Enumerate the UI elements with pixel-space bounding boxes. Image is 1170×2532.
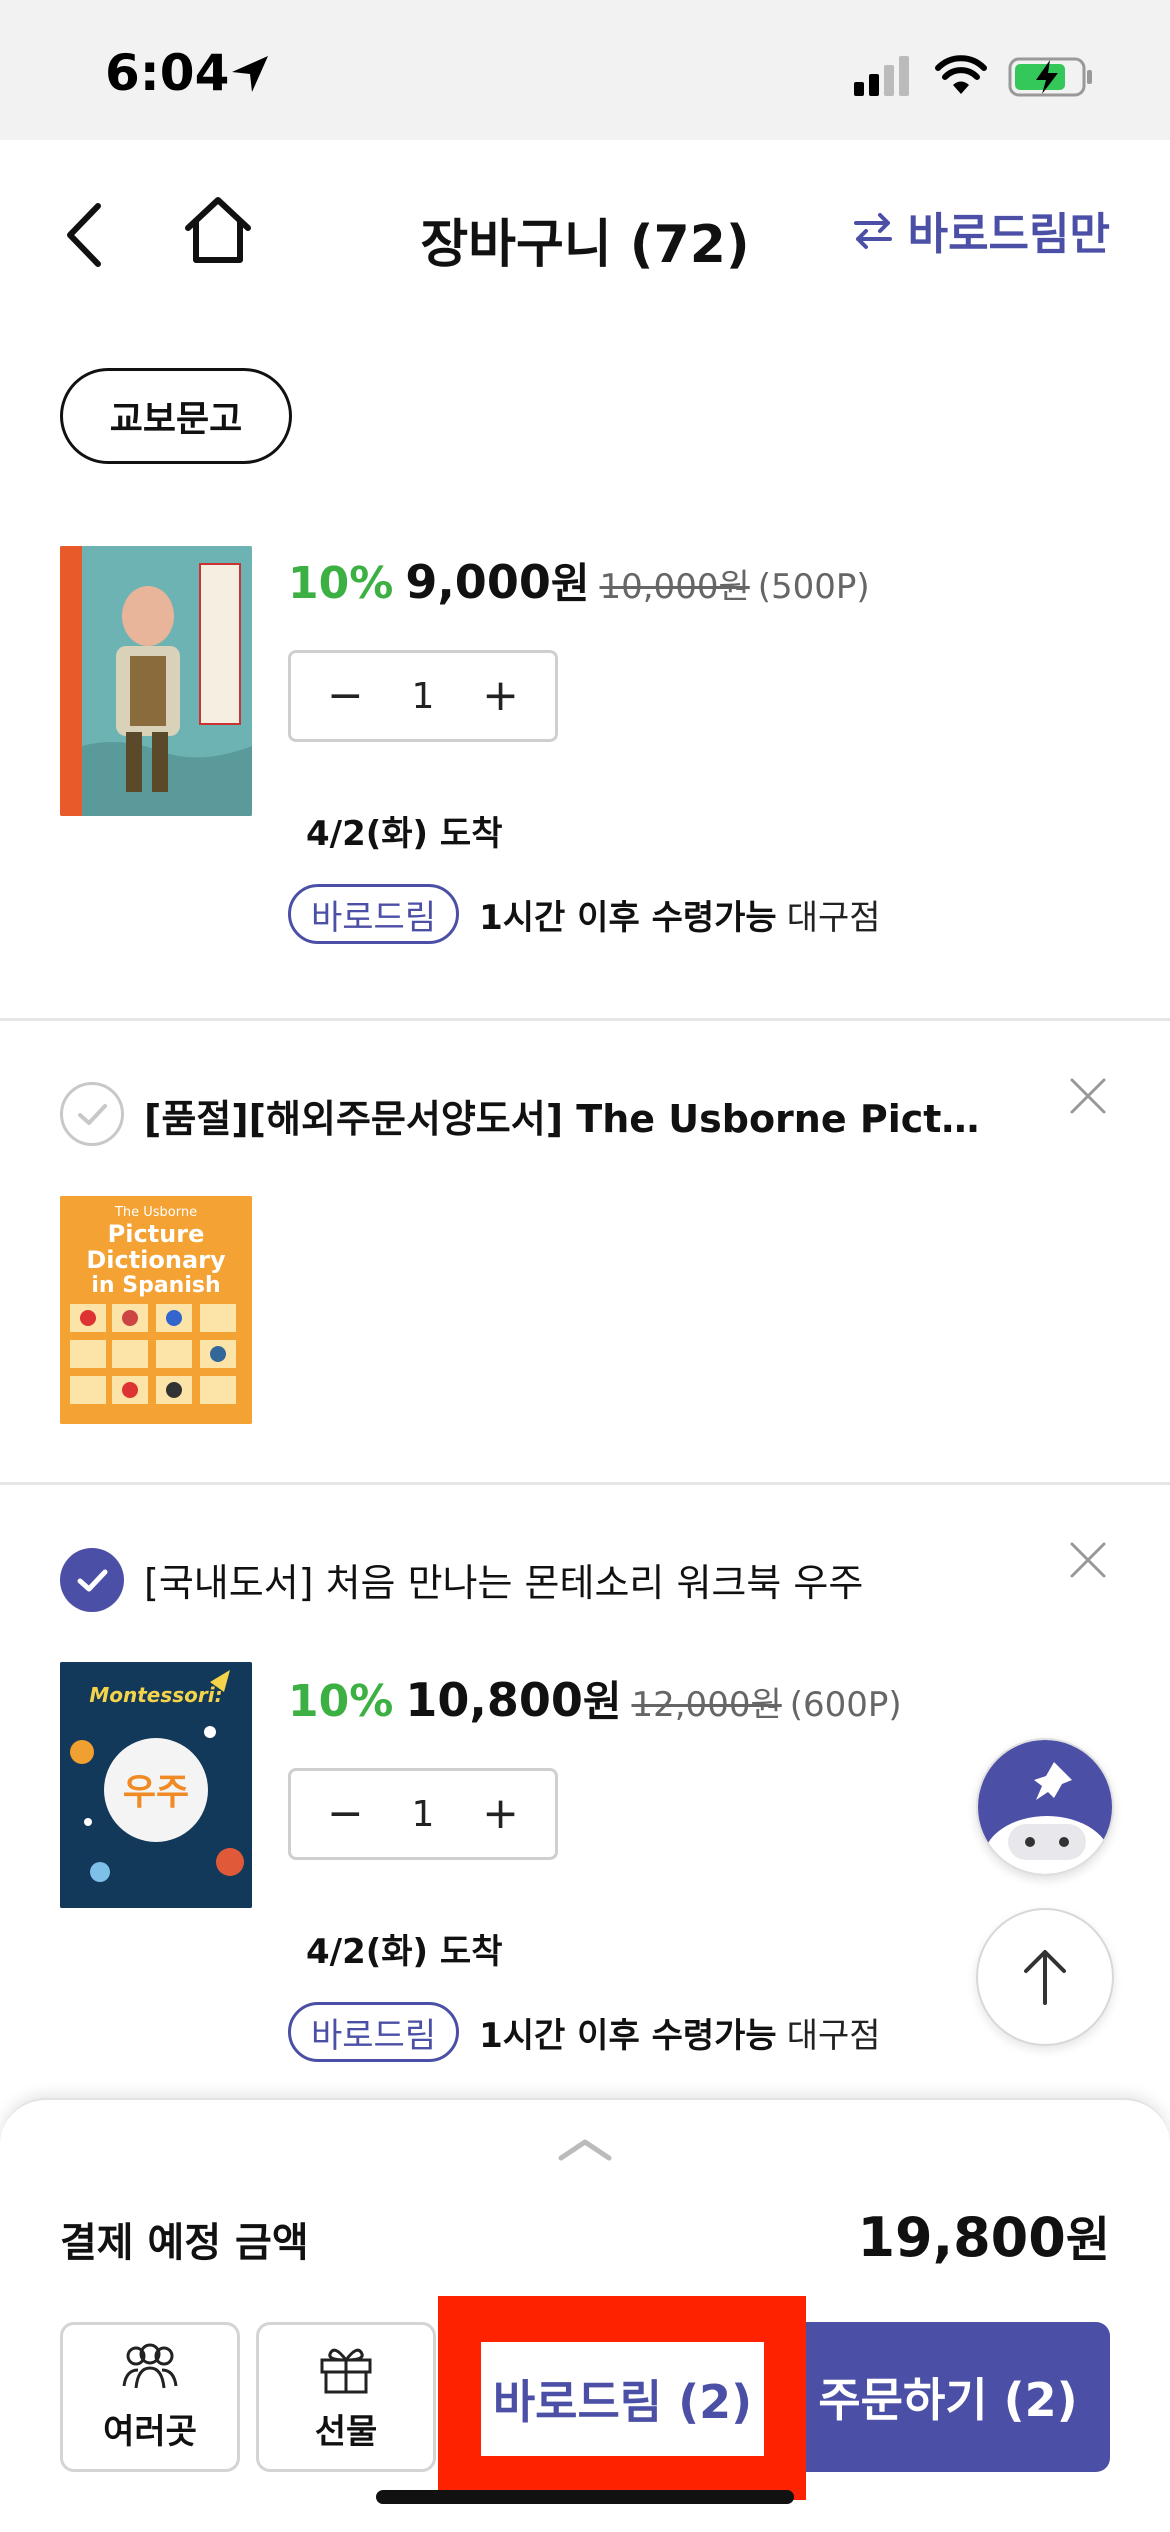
cover-text: 우주 <box>123 1772 189 1813</box>
total-label: 결제 예정 금액 <box>60 2220 309 2266</box>
chevron-up-icon[interactable] <box>555 2134 615 2164</box>
book-cover-2[interactable]: The Usborne Picture Dictionary in Spanis… <box>60 1196 252 1424</box>
arrival-date: 4/2(화) 도착 <box>306 814 503 854</box>
battery-charging-icon <box>1008 57 1092 97</box>
item-checkbox[interactable] <box>60 1082 124 1146</box>
pickup-time: 1시간 이후 수령가능 <box>479 897 777 938</box>
item-checkbox[interactable] <box>60 1548 124 1612</box>
remove-item-icon[interactable] <box>1068 1540 1108 1580</box>
quantity-value: 1 <box>411 675 435 717</box>
book-cover-art: Montessori: 우주 <box>60 1662 252 1908</box>
home-indicator <box>376 2490 794 2504</box>
decrease-button[interactable]: − <box>327 1792 364 1836</box>
wifi-icon <box>935 55 987 94</box>
price-unit: 원 <box>582 1677 622 1726</box>
multi-address-label: 여러곳 <box>103 2411 197 2452</box>
decrease-button[interactable]: − <box>327 674 364 718</box>
location-arrow-icon <box>232 56 268 92</box>
scroll-top-button[interactable] <box>976 1908 1114 2046</box>
status-bar: 6:04 <box>0 0 1170 140</box>
cover-text: Picture <box>108 1220 205 1248</box>
total-value: 19,800 <box>857 2206 1066 2269</box>
item-2-title[interactable]: [품절][해외주문서양도서] The Usborne Picture ... <box>144 1088 1004 1143</box>
baro-badge: 바로드림 <box>288 884 460 944</box>
cover-text: Montessori: <box>89 1683 222 1707</box>
sale-price: 9,000 <box>405 555 551 609</box>
header: 장바구니 (72) 바로드림만 <box>0 140 1170 320</box>
book-cover-art <box>60 546 252 816</box>
reward-points: (600P) <box>789 1685 902 1725</box>
increase-button[interactable]: + <box>482 674 519 718</box>
pickup-info: 바로드림 1시간 이후 수령가능 대구점 <box>288 884 881 944</box>
book-cover-art: The Usborne Picture Dictionary in Spanis… <box>60 1196 252 1424</box>
cover-text: in Spanish <box>91 1273 220 1298</box>
book-cover-1[interactable] <box>60 546 252 816</box>
pickup-store: 대구점 <box>786 897 881 938</box>
pickup-info: 바로드림 1시간 이후 수령가능 대구점 <box>288 2002 881 2062</box>
gift-label: 선물 <box>314 2411 378 2452</box>
arrow-up-icon <box>1024 1950 1066 2005</box>
arrival-date: 4/2(화) 도착 <box>306 1932 503 1972</box>
reward-points: (500P) <box>757 567 870 607</box>
divider <box>0 1482 1170 1485</box>
order-button[interactable]: 주문하기 (2) <box>786 2322 1110 2472</box>
cover-text: Dictionary <box>86 1246 226 1274</box>
item-3-title[interactable]: [국내도서] 처음 만나는 몬테소리 워크북 우주 <box>144 1552 1004 1607</box>
check-icon <box>77 1569 108 1592</box>
remove-item-icon[interactable] <box>1068 1076 1108 1116</box>
cellular-signal-icon <box>854 56 909 96</box>
pickup-store: 대구점 <box>786 2015 881 2056</box>
chatbot-button[interactable] <box>976 1738 1114 1876</box>
quantity-stepper: − 1 + <box>288 1768 558 1860</box>
divider <box>0 1018 1170 1021</box>
baro-only-label: 바로드림만 <box>907 209 1110 260</box>
original-price: 10,000원 <box>599 567 750 607</box>
check-icon <box>78 1104 107 1125</box>
status-time: 6:04 <box>105 44 230 102</box>
pickup-time: 1시간 이후 수령가능 <box>479 2015 777 2056</box>
price-unit: 원 <box>550 559 590 608</box>
cover-text: The Usborne <box>114 1205 197 1220</box>
original-price: 12,000원 <box>631 1685 782 1725</box>
baro-badge: 바로드림 <box>288 2002 460 2062</box>
total-unit: 원 <box>1065 2212 1110 2268</box>
chatbot-icon <box>978 1740 1112 1874</box>
book-cover-3[interactable]: Montessori: 우주 <box>60 1662 252 1908</box>
total-amount: 19,800원 <box>857 2200 1110 2270</box>
gift-button[interactable]: 선물 <box>256 2322 436 2472</box>
gift-icon <box>320 2348 372 2393</box>
quantity-stepper: − 1 + <box>288 650 558 742</box>
people-icon <box>122 2343 178 2388</box>
discount-rate: 10% <box>288 558 394 609</box>
item-1-price: 10% 9,000 원 10,000원 (500P) <box>288 550 870 611</box>
baro-dream-button[interactable]: 바로드림 (2) <box>481 2342 764 2456</box>
baro-only-filter[interactable]: 바로드림만 <box>852 200 1110 260</box>
quantity-value: 1 <box>411 1793 435 1835</box>
item-3-price: 10% 10,800 원 12,000원 (600P) <box>288 1668 902 1729</box>
sale-price: 10,800 <box>405 1673 583 1727</box>
multi-address-button[interactable]: 여러곳 <box>60 2322 240 2472</box>
swap-arrows-icon <box>853 213 892 249</box>
discount-rate: 10% <box>288 1676 394 1727</box>
increase-button[interactable]: + <box>482 1792 519 1836</box>
store-chip[interactable]: 교보문고 <box>60 368 292 464</box>
